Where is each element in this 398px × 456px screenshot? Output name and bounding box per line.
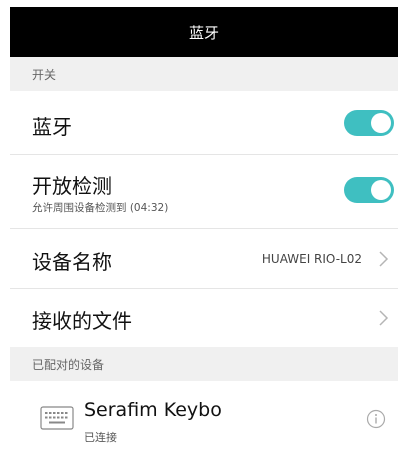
chevron-right-icon (379, 310, 389, 326)
visibility-toggle-row[interactable]: 开放检测 允许周围设备检测到 (04:32) (10, 155, 398, 229)
bluetooth-label: 蓝牙 (32, 115, 72, 139)
visibility-toggle[interactable] (344, 177, 394, 203)
bluetooth-settings-screen: 蓝牙 开关 蓝牙 开放检测 允许周围设备检测到 (04:32) 设备名称 HUA… (0, 0, 398, 456)
visibility-label: 开放检测 (32, 174, 112, 198)
section-header-paired: 已配对的设备 (10, 347, 398, 381)
bluetooth-toggle-row[interactable]: 蓝牙 (10, 91, 398, 155)
device-name-label: 设备名称 (32, 250, 112, 274)
received-files-row[interactable]: 接收的文件 (10, 289, 398, 347)
toggle-knob (371, 113, 391, 133)
bluetooth-toggle[interactable] (344, 110, 394, 136)
received-files-label: 接收的文件 (32, 309, 132, 333)
device-name-value: HUAWEI RIO-L02 (261, 252, 362, 266)
section-header-switch: 开关 (10, 57, 398, 91)
device-name-row[interactable]: 设备名称 HUAWEI RIO-L02 (10, 229, 398, 289)
device-name: Serafim Keybo (84, 399, 222, 421)
title-bar: 蓝牙 (10, 7, 398, 57)
toggle-knob (371, 180, 391, 200)
page-title: 蓝牙 (188, 23, 219, 42)
info-icon[interactable] (366, 409, 386, 429)
section-header-label: 已配对的设备 (32, 357, 105, 372)
keyboard-icon (40, 406, 74, 430)
chevron-right-icon (379, 251, 389, 267)
paired-device-row[interactable]: Serafim Keybo 已连接 (10, 381, 398, 456)
section-header-label: 开关 (32, 67, 57, 82)
visibility-subtitle: 允许周围设备检测到 (04:32) (32, 202, 169, 214)
device-status: 已连接 (84, 431, 117, 444)
